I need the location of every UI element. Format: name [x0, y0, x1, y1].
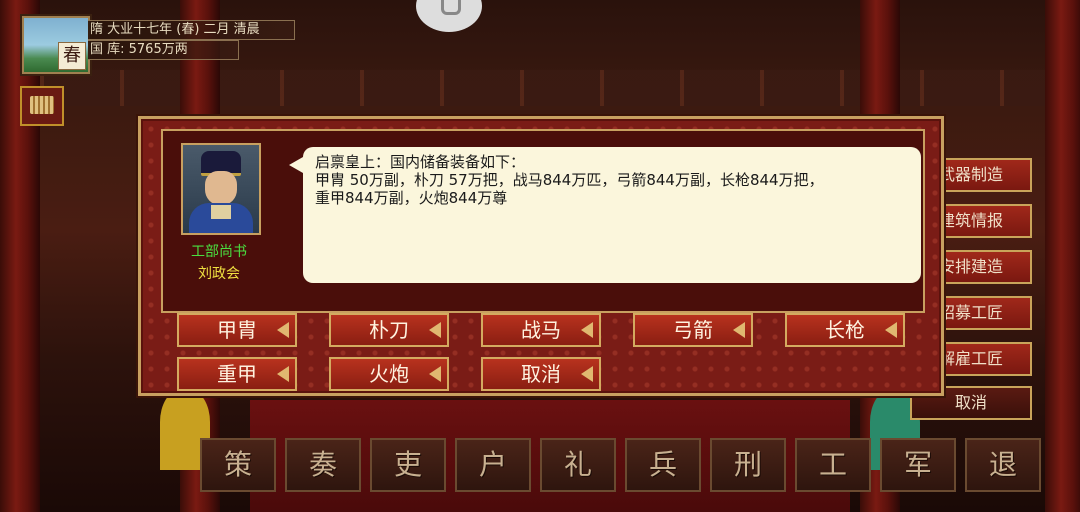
lock-icon [441, 0, 461, 15]
minister-dialog: 工部尚书 刘政会 启禀皇上：国内储备装备如下： 甲胄 50万副，朴刀 57万把，… [138, 116, 944, 396]
speaker-name: 刘政会 [198, 266, 240, 282]
menu-memorial[interactable]: 奏 [285, 438, 361, 492]
menu-personnel[interactable]: 吏 [370, 438, 446, 492]
menu-war[interactable]: 兵 [625, 438, 701, 492]
pillar-right [1045, 0, 1080, 512]
menu-works[interactable]: 工 [795, 438, 871, 492]
scroll-icon [30, 96, 54, 114]
message-line: 甲胄 50万副，朴刀 57万把，战马844万匹，弓箭844万副，长枪844万把， [315, 171, 824, 189]
menu-strategy[interactable]: 策 [200, 438, 276, 492]
menu-revenue[interactable]: 户 [455, 438, 531, 492]
message-line: 启禀皇上：国内储备装备如下： [315, 153, 526, 171]
ceiling-beam [0, 70, 1080, 106]
choice-bow[interactable]: 弓箭 [633, 313, 753, 347]
minister-face [205, 171, 237, 205]
minister-portrait [181, 143, 261, 235]
choice-cancel[interactable]: 取消 [481, 357, 601, 391]
choice-armor[interactable]: 甲胄 [177, 313, 297, 347]
pillar-left [0, 0, 40, 512]
choice-saber[interactable]: 朴刀 [329, 313, 449, 347]
treasury-label: 国 库: 5765万两 [88, 40, 239, 60]
choice-heavy-armor[interactable]: 重甲 [177, 357, 297, 391]
menu-rites[interactable]: 礼 [540, 438, 616, 492]
season-glyph: 春 [58, 42, 86, 70]
dialog-inner-panel: 工部尚书 刘政会 启禀皇上：国内储备装备如下： 甲胄 50万副，朴刀 57万把，… [161, 129, 925, 313]
menu-exit[interactable]: 退 [965, 438, 1041, 492]
speaker-title: 工部尚书 [191, 244, 247, 260]
season-seal: 春 [22, 16, 90, 74]
choice-spear[interactable]: 长枪 [785, 313, 905, 347]
choice-warhorse[interactable]: 战马 [481, 313, 601, 347]
menu-justice[interactable]: 刑 [710, 438, 786, 492]
choice-cannon[interactable]: 火炮 [329, 357, 449, 391]
menu-army[interactable]: 军 [880, 438, 956, 492]
speech-bubble: 启禀皇上：国内储备装备如下： 甲胄 50万副，朴刀 57万把，战马844万匹，弓… [289, 147, 921, 283]
message-line: 重甲844万副，火炮844万尊 [315, 189, 508, 207]
edict-button[interactable] [20, 86, 64, 126]
minister-collar [211, 205, 231, 219]
date-label: 隋 大业十七年 (春) 二月 清晨 [88, 20, 295, 40]
bottom-menu: 策 奏 吏 户 礼 兵 刑 工 军 退 [200, 438, 1050, 492]
